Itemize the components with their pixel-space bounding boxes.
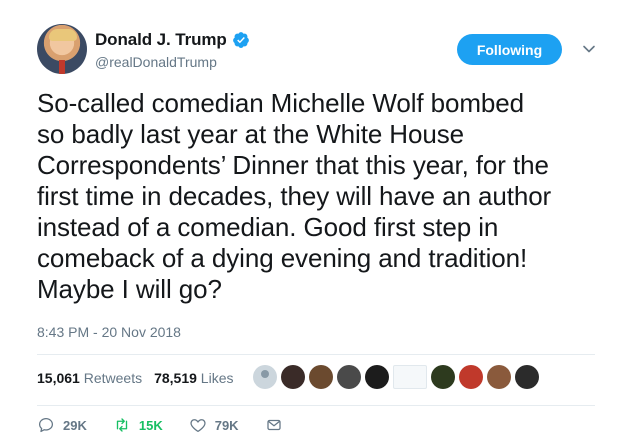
likes-count: 78,519 (154, 370, 197, 386)
liker-avatar[interactable] (393, 365, 427, 389)
liker-avatar[interactable] (253, 365, 277, 389)
retweet-button[interactable]: 15K (113, 416, 163, 434)
tweet-stats: 15,061 Retweets 78,519 Likes (37, 370, 233, 386)
user-handle[interactable]: @realDonaldTrump (95, 54, 217, 70)
divider (37, 405, 595, 406)
like-count: 79K (214, 417, 239, 433)
avatar-tie (59, 60, 65, 74)
liker-avatar[interactable] (431, 365, 455, 389)
reply-button[interactable]: 29K (37, 416, 87, 434)
display-name[interactable]: Donald J. Trump (95, 30, 227, 50)
verified-badge-icon (232, 32, 249, 48)
retweets-stat[interactable]: 15,061 Retweets (37, 370, 142, 386)
avatar-hair (49, 29, 77, 41)
following-button[interactable]: Following (457, 34, 562, 65)
likes-stat-label: Likes (200, 370, 234, 386)
retweets-count: 15,061 (37, 370, 80, 386)
retweet-icon (116, 418, 128, 432)
envelope-icon (266, 419, 281, 431)
reply-count: 29K (63, 417, 87, 433)
avatar[interactable] (37, 24, 87, 74)
reply-icon (38, 417, 54, 433)
likes-stat[interactable]: 78,519 Likes (154, 370, 233, 386)
liker-avatar[interactable] (337, 365, 361, 389)
chevron-down-icon[interactable] (582, 42, 596, 56)
liker-avatar[interactable] (459, 365, 483, 389)
liker-avatar[interactable] (281, 365, 305, 389)
liked-by-avatars (253, 365, 539, 389)
tweet-timestamp[interactable]: 8:43 PM - 20 Nov 2018 (37, 324, 181, 340)
direct-message-button[interactable] (265, 416, 291, 434)
retweets-stat-label: Retweets (83, 370, 143, 386)
like-button[interactable]: 79K (189, 416, 239, 434)
liker-avatar[interactable] (309, 365, 333, 389)
tweet-actions: 29K 15K 79K (37, 416, 317, 434)
liker-avatar[interactable] (515, 365, 539, 389)
divider (37, 354, 595, 355)
name-row: Donald J. Trump (95, 30, 250, 50)
liker-avatar[interactable] (365, 365, 389, 389)
tweet-text: So-called comedian Michelle Wolf bombed … (37, 88, 552, 304)
retweet-count: 15K (138, 417, 163, 433)
liker-avatar[interactable] (487, 365, 511, 389)
tweet-header: Donald J. Trump @realDonaldTrump Followi… (37, 24, 607, 76)
heart-icon (190, 419, 206, 433)
